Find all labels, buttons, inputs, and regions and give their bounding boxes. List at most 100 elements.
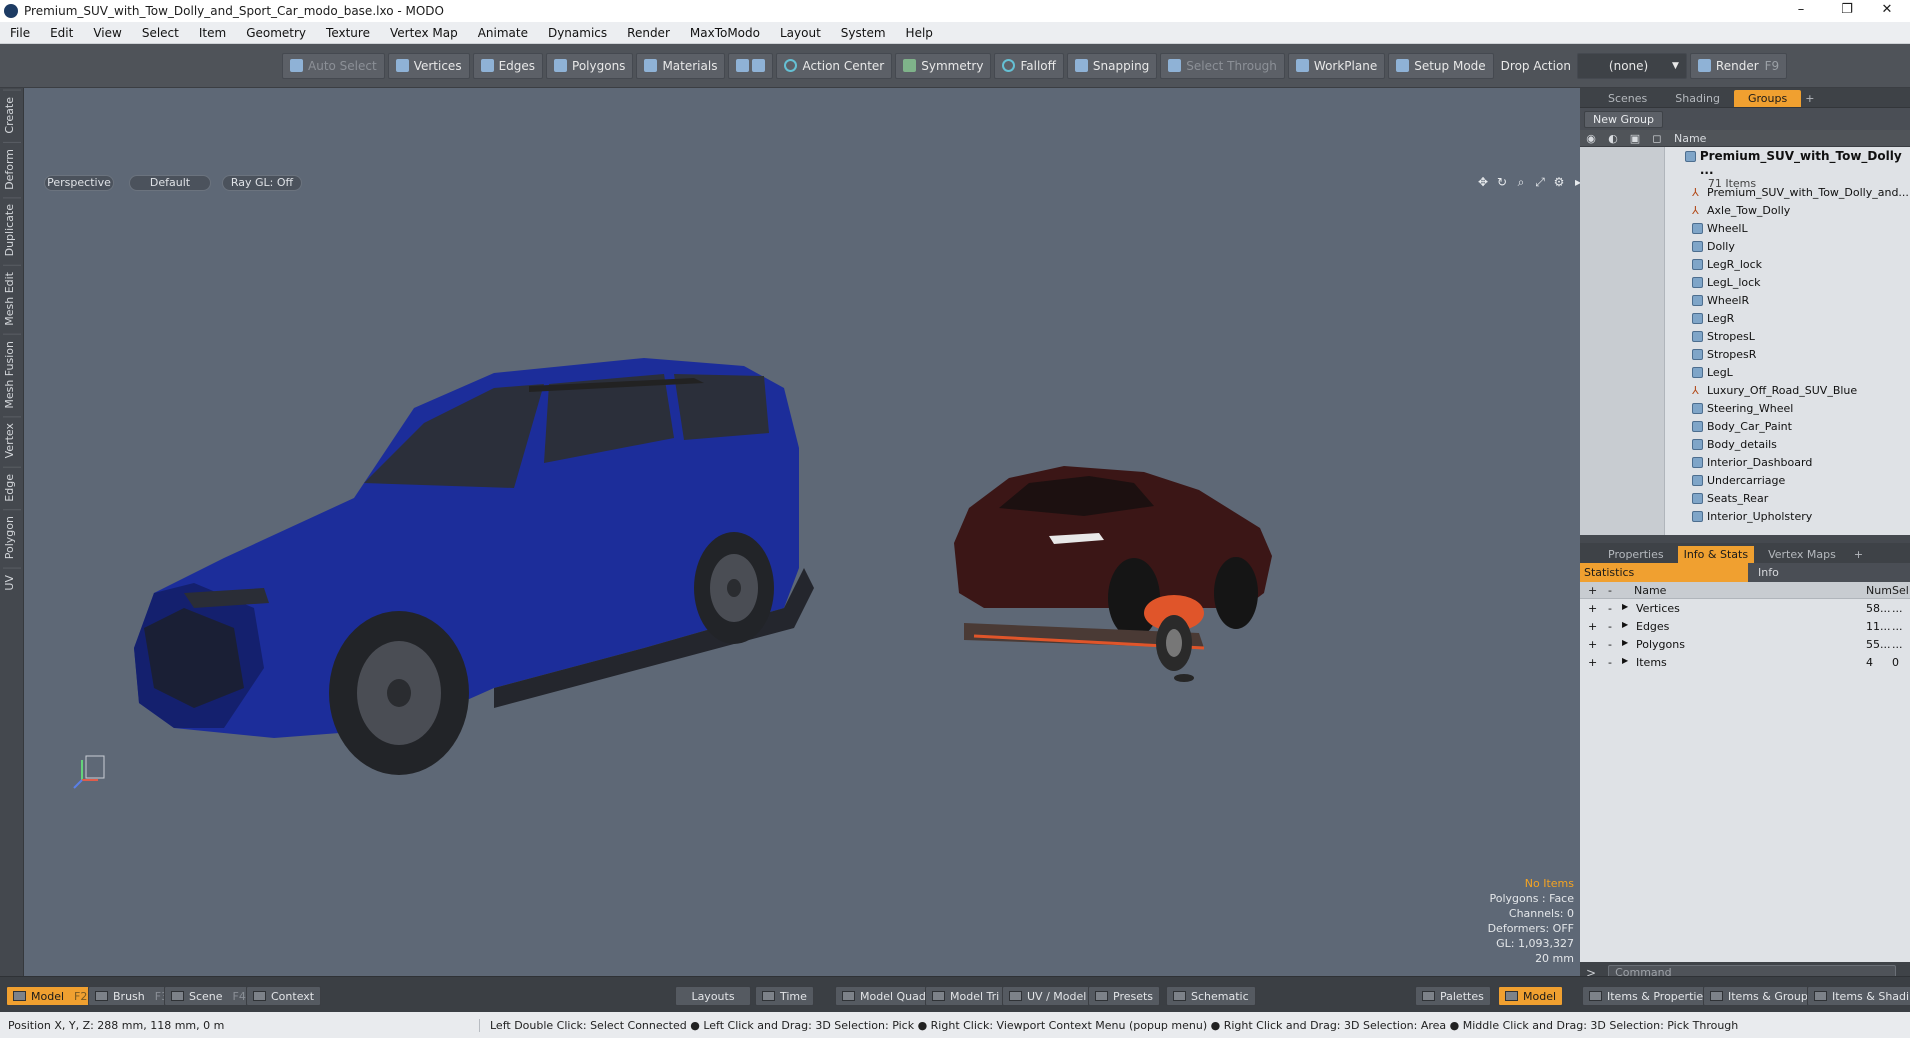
setup-mode-button[interactable]: Setup Mode (1388, 52, 1494, 79)
tab-create[interactable]: Create (2, 90, 21, 140)
disclosure-triangle-icon[interactable]: ▶ (1622, 656, 1628, 665)
snapping-button[interactable]: Snapping (1066, 52, 1158, 79)
tab-info-stats[interactable]: Info & Stats (1677, 546, 1755, 563)
model-tri-button[interactable]: Model Tri (925, 986, 1007, 1006)
tab-uv[interactable]: UV (2, 567, 21, 597)
collapse-minus-icon[interactable]: - (1608, 620, 1612, 633)
tab-deform[interactable]: Deform (2, 141, 21, 196)
tree-item-row[interactable]: Seats_Rear (1580, 489, 1910, 507)
items-properties-button[interactable]: Items & Properties (1582, 986, 1716, 1006)
info-tab[interactable]: Info (1748, 563, 1789, 582)
stat-row[interactable]: + - ▶ Vertices 58...... (1580, 600, 1910, 618)
menu-texture[interactable]: Texture (316, 26, 380, 40)
drop-action-select[interactable]: (none) ▼ (1576, 52, 1687, 79)
tab-vertex[interactable]: Vertex (2, 416, 21, 465)
menu-animate[interactable]: Animate (468, 26, 538, 40)
scene-layout-button[interactable]: Scene F4 (164, 986, 253, 1006)
menu-maxtomodo[interactable]: MaxToModo (680, 26, 770, 40)
expand-plus-icon[interactable]: + (1588, 656, 1597, 669)
stat-row[interactable]: + - ▶ Edges 11...... (1580, 618, 1910, 636)
groups-tree[interactable]: Premium_SUV_with_Tow_Dolly ... 71 Items … (1580, 147, 1910, 535)
tree-item-row[interactable]: LegR (1580, 309, 1910, 327)
menu-view[interactable]: View (83, 26, 131, 40)
expand-plus-icon[interactable]: + (1588, 602, 1597, 615)
tab-mesh-fusion[interactable]: Mesh Fusion (2, 333, 21, 415)
viewport-menu-icon[interactable]: ▸ (1571, 175, 1580, 189)
menu-file[interactable]: File (0, 26, 40, 40)
add-all-icon[interactable]: + (1588, 584, 1597, 597)
3d-viewport[interactable]: Perspective Default Ray GL: Off ✥ ↻ ⌕ ⤢ … (24, 88, 1580, 976)
selection-sets-button[interactable] (728, 52, 774, 79)
tab-vertex-maps[interactable]: Vertex Maps (1754, 546, 1850, 563)
menu-layout[interactable]: Layout (770, 26, 831, 40)
menu-system[interactable]: System (831, 26, 896, 40)
time-layout-button[interactable]: Time (755, 986, 814, 1006)
projection-dropdown[interactable]: Perspective (44, 175, 114, 191)
menu-vertex-map[interactable]: Vertex Map (380, 26, 468, 40)
tab-duplicate[interactable]: Duplicate (2, 197, 21, 263)
menu-help[interactable]: Help (896, 26, 943, 40)
tab-properties[interactable]: Properties (1594, 546, 1678, 563)
model-quad-button[interactable]: Model Quad (835, 986, 933, 1006)
menu-render[interactable]: Render (617, 26, 680, 40)
action-center-button[interactable]: Action Center (776, 52, 893, 79)
tab-scenes[interactable]: Scenes (1594, 90, 1661, 107)
tree-item-row[interactable]: ⅄ Axle_Tow_Dolly (1580, 201, 1910, 219)
tab-shading[interactable]: Shading (1661, 90, 1734, 107)
render-button[interactable]: Render F9 (1689, 52, 1788, 79)
tree-item-row[interactable]: LegL_lock (1580, 273, 1910, 291)
menu-item[interactable]: Item (189, 26, 236, 40)
select-through-button[interactable]: Select Through (1160, 52, 1285, 79)
lock-column-icon[interactable]: ▣ (1624, 132, 1646, 145)
items-groups-button[interactable]: Items & Groups (1703, 986, 1821, 1006)
model-right-button[interactable]: Model (1498, 986, 1564, 1006)
tab-groups[interactable]: Groups (1733, 90, 1802, 107)
add-tab-icon[interactable]: + (1850, 546, 1867, 563)
pan-icon[interactable]: ✥ (1476, 175, 1490, 189)
maximize-viewport-icon[interactable]: ⤢ (1533, 175, 1547, 189)
statistics-tab[interactable]: Statistics (1580, 563, 1748, 582)
tab-mesh-edit[interactable]: Mesh Edit (2, 264, 21, 332)
collapse-minus-icon[interactable]: - (1608, 638, 1612, 651)
tree-item-row[interactable]: LegR_lock (1580, 255, 1910, 273)
select-column-icon[interactable]: ◻ (1646, 132, 1668, 145)
collapse-minus-icon[interactable]: - (1608, 656, 1612, 669)
stat-row[interactable]: + - ▶ Items 4 0 (1580, 654, 1910, 672)
rotate-icon[interactable]: ↻ (1495, 175, 1509, 189)
raygl-toggle[interactable]: Ray GL: Off (222, 175, 302, 191)
scene-render[interactable] (24, 88, 1580, 976)
tree-item-row[interactable]: Undercarriage (1580, 471, 1910, 489)
context-layout-button[interactable]: Context (246, 986, 322, 1006)
stat-row[interactable]: + - ▶ Polygons 55...... (1580, 636, 1910, 654)
falloff-button[interactable]: Falloff (994, 52, 1064, 79)
remove-all-icon[interactable]: - (1608, 584, 1612, 597)
vertices-button[interactable]: Vertices (387, 52, 470, 79)
workplane-button[interactable]: WorkPlane (1287, 52, 1386, 79)
tree-item-row[interactable]: StropesR (1580, 345, 1910, 363)
expand-plus-icon[interactable]: + (1588, 620, 1597, 633)
viewport-settings-icon[interactable]: ⚙ (1552, 175, 1566, 189)
tree-item-row[interactable]: LegL (1580, 363, 1910, 381)
tab-polygon[interactable]: Polygon (2, 509, 21, 566)
new-group-button[interactable]: New Group (1584, 110, 1663, 128)
shading-dropdown[interactable]: Default (129, 175, 211, 191)
tree-item-row[interactable]: ⅄ Premium_SUV_with_Tow_Dolly_and... (1580, 183, 1910, 201)
tree-item-row[interactable]: Dolly (1580, 237, 1910, 255)
auto-select-button[interactable]: Auto Select (282, 52, 385, 79)
tree-root-row[interactable]: Premium_SUV_with_Tow_Dolly ... 71 Items (1580, 149, 1910, 190)
tree-item-row[interactable]: Interior_Dashboard (1580, 453, 1910, 471)
tow-dolly-model[interactable] (964, 595, 1205, 682)
items-shading-button[interactable]: Items & Shading (1807, 986, 1910, 1006)
palettes-button[interactable]: Palettes (1415, 986, 1491, 1006)
expand-plus-icon[interactable]: + (1588, 638, 1597, 651)
materials-button[interactable]: Materials (636, 52, 726, 79)
presets-button[interactable]: Presets (1088, 986, 1161, 1006)
sport-car-model[interactable] (954, 466, 1272, 638)
tree-item-row[interactable]: Interior_Upholstery (1580, 507, 1910, 525)
minimize-button[interactable]: – (1778, 0, 1824, 22)
tree-item-row[interactable]: Body_Car_Paint (1580, 417, 1910, 435)
collapse-minus-icon[interactable]: - (1608, 602, 1612, 615)
menu-edit[interactable]: Edit (40, 26, 83, 40)
model-layout-button[interactable]: Model F2 (6, 986, 95, 1006)
visibility-column-icon[interactable]: ◉ (1580, 132, 1602, 145)
